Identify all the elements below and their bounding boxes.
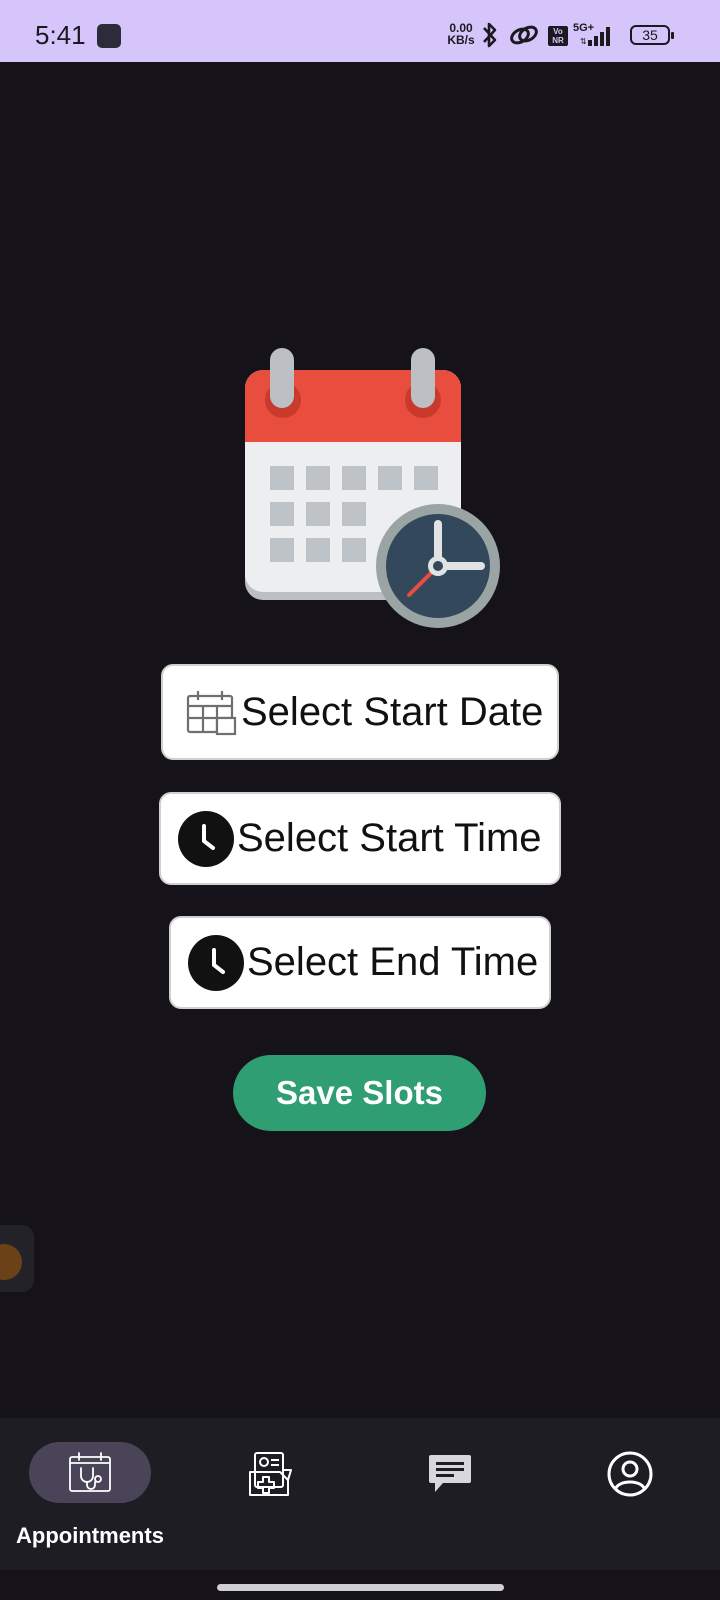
calendar-clock-illustration <box>245 348 500 628</box>
clock-icon <box>178 810 234 867</box>
network-speed-unit: KB/s <box>447 33 475 47</box>
select-end-time-label: Select End Time <box>247 940 539 984</box>
nav-item-chat[interactable] <box>360 1418 540 1570</box>
svg-text:⇅: ⇅ <box>580 37 587 46</box>
status-bar: 5:41 0.00 KB/s Vo NR 5G+ ⇅ 35 <box>0 0 720 62</box>
calendar-grid-icon <box>186 691 237 736</box>
signal-icon: ⇅ <box>580 27 610 46</box>
nav-item-profile[interactable] <box>540 1418 720 1570</box>
link-icon <box>510 25 538 45</box>
clock-icon <box>188 934 244 991</box>
nav-item-appointments[interactable]: Appointments <box>0 1418 180 1570</box>
select-start-time-label: Select Start Time <box>237 816 542 860</box>
save-slots-button[interactable]: Save Slots <box>233 1055 486 1131</box>
app-notification-icon <box>97 24 121 48</box>
nav-active-indicator <box>29 1442 151 1503</box>
chat-icon <box>429 1455 471 1492</box>
select-end-time-button[interactable]: Select End Time <box>169 916 551 1009</box>
select-start-date-button[interactable]: Select Start Date <box>161 664 559 760</box>
vonr-icon: Vo NR <box>548 26 568 46</box>
floating-bubble-avatar <box>0 1244 22 1280</box>
bluetooth-icon <box>483 22 497 48</box>
status-time: 5:41 <box>35 20 86 50</box>
bottom-navigation: Appointments <box>0 1418 720 1570</box>
floating-bubble-handle[interactable] <box>0 1225 34 1292</box>
nav-label-appointments: Appointments <box>16 1523 164 1548</box>
select-start-date-label: Select Start Date <box>241 689 544 734</box>
appointment-calendar-icon <box>69 1451 111 1492</box>
medical-records-icon <box>249 1452 292 1496</box>
gesture-navigation-bar[interactable] <box>217 1584 504 1591</box>
network-speed: 0.00 KB/s <box>445 22 477 46</box>
screen: 5:41 0.00 KB/s Vo NR 5G+ ⇅ 35 Select Sta… <box>0 0 720 1600</box>
select-start-time-button[interactable]: Select Start Time <box>159 792 561 885</box>
profile-icon <box>607 1451 653 1497</box>
nav-item-records[interactable] <box>180 1418 360 1570</box>
battery-indicator: 35 <box>630 25 674 45</box>
